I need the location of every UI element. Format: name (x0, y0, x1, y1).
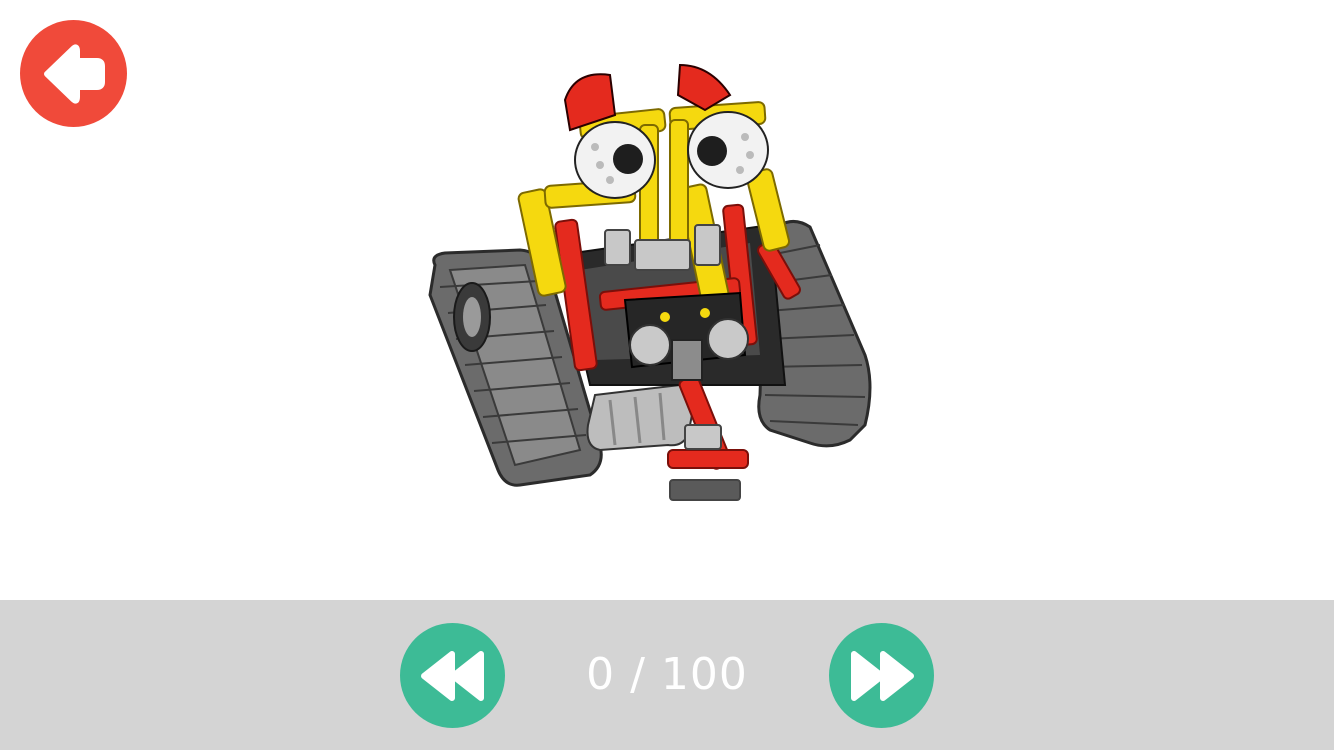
step-navigation-bar: 0 / 100 (0, 600, 1334, 750)
fast-forward-icon (850, 650, 914, 701)
motor (586, 383, 694, 452)
previous-step-button[interactable] (400, 623, 505, 728)
back-button[interactable] (20, 20, 127, 127)
robot-model-image (410, 55, 890, 515)
step-counter: 0 / 100 (586, 649, 748, 700)
arrow-left-icon (43, 43, 105, 104)
next-step-button[interactable] (829, 623, 934, 728)
instruction-viewer: 0 / 100 (0, 0, 1334, 750)
rewind-icon (420, 650, 484, 701)
